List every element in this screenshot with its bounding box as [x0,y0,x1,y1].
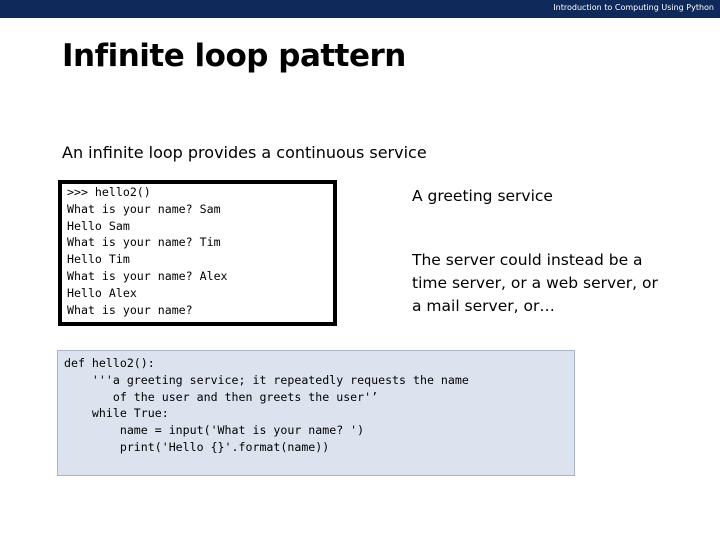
code-listing: def hello2(): '''a greeting service; it … [57,350,575,476]
code-line: name = input('What is your name? ') [64,423,365,438]
console-line: What is your name? Tim [67,235,221,250]
code-line: while True: [64,406,169,421]
server-alternatives-note: The server could instead be a time serve… [412,251,658,315]
console-line: What is your name? Alex [67,268,228,283]
console-line: Hello Tim [67,252,130,267]
code-line: '''a greeting service; it repeatedly req… [64,372,469,387]
console-output-box: >>> hello2() What is your name? Sam Hell… [58,180,337,326]
course-title: Introduction to Computing Using Python [553,3,714,12]
console-line: Hello Alex [67,285,137,300]
console-line: What is your name? [67,302,193,317]
code-line: print('Hello {}'.format(name)) [64,439,330,454]
header-bar: Introduction to Computing Using Python [0,0,720,18]
console-line: >>> hello2() [67,185,151,199]
greeting-service-note: A greeting service [412,187,553,205]
code-line: def hello2(): [64,356,155,370]
slide-subtitle: An infinite loop provides a continuous s… [62,143,427,162]
console-line: What is your name? Sam [67,201,221,216]
slide-title: Infinite loop pattern [62,38,406,74]
code-line: of the user and then greets the user'’ [64,389,379,404]
console-line: Hello Sam [67,218,130,233]
